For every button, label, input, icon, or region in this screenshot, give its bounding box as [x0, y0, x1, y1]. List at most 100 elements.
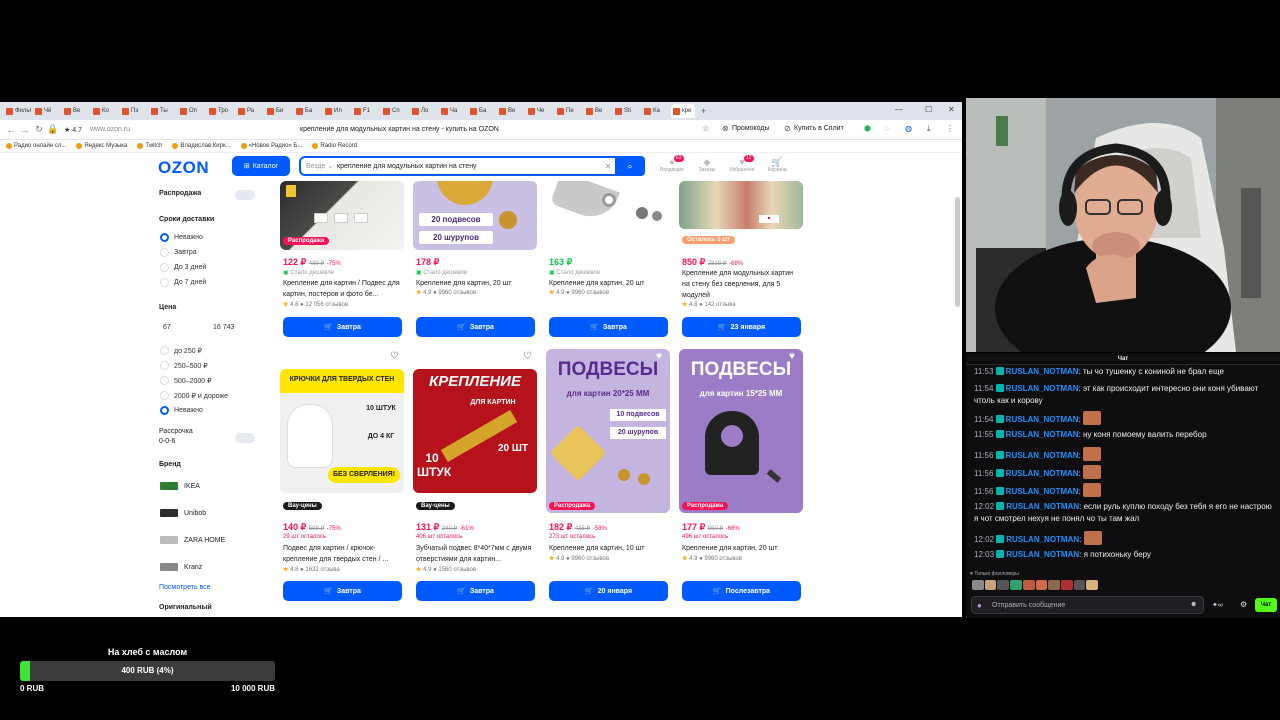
price-option[interactable]: 500–2000 ₽: [160, 376, 212, 385]
address-url[interactable]: www.ozon.ru: [90, 126, 130, 133]
sale-toggle[interactable]: [235, 190, 255, 200]
settings-gear-icon[interactable]: ⚙: [1240, 600, 1247, 609]
extension-icon[interactable]: ◌: [884, 124, 889, 133]
back-icon[interactable]: ←: [4, 125, 18, 135]
add-to-cart-button[interactable]: 🛒 Послезавтра: [682, 581, 801, 601]
product-image[interactable]: 20 подвесов 20 шурупов: [413, 181, 537, 250]
menu-icon[interactable]: ⋮: [946, 124, 954, 133]
catalog-button[interactable]: ⊞ Каталог: [232, 156, 290, 176]
product-card[interactable]: ■ Осталось 5 шт 850 ₽ 2819 ₽ -68% Крепле…: [679, 181, 803, 341]
mic-icon[interactable]: ●: [977, 601, 982, 610]
bookmark-item[interactable]: Владислав Кирк...: [172, 143, 231, 149]
browser-tab[interactable]: Пе: [555, 104, 582, 118]
delivery-option[interactable]: До 3 дней: [160, 263, 206, 272]
bookmark-item[interactable]: Twitch: [137, 143, 162, 149]
emote-row[interactable]: [972, 580, 1099, 590]
search-scope[interactable]: Везде ⌄: [301, 162, 337, 170]
buy-split-link[interactable]: Купить в Сплит: [794, 125, 844, 132]
browser-tab[interactable]: кре: [671, 104, 695, 118]
browser-tab[interactable]: Че: [526, 104, 553, 118]
browser-tab[interactable]: Ве: [497, 104, 524, 118]
chat-username[interactable]: RUSLAN_NOTMAN: [1006, 367, 1079, 376]
product-title[interactable]: Крепление для картин / Подвес для картин…: [283, 278, 403, 300]
bookmark-icon[interactable]: ☆: [702, 124, 709, 133]
bookmark-item[interactable]: «Новое Радио» Б...: [240, 143, 302, 149]
browser-tab[interactable]: Пэ: [120, 104, 147, 118]
product-title[interactable]: Крепление для модульных картин на стену …: [682, 268, 802, 301]
delivery-option[interactable]: До 7 дней: [160, 278, 206, 287]
emote-picker-icon[interactable]: ☻: [1190, 601, 1197, 608]
reload-icon[interactable]: ↻: [32, 124, 46, 135]
bookmark-item[interactable]: Radio Record: [312, 143, 357, 149]
chat-username[interactable]: RUSLAN_NOTMAN: [1006, 451, 1079, 460]
browser-tab[interactable]: Ба: [468, 104, 495, 118]
product-card[interactable]: ПОДВЕСЫ для картин 15*25 ММ ♥ Распродажа…: [679, 349, 803, 609]
favorite-heart-icon[interactable]: ♡: [390, 351, 399, 362]
chat-send-button[interactable]: Чат: [1255, 598, 1277, 612]
product-title[interactable]: Крепление для картин, 20 шт: [682, 543, 802, 554]
browser-tab[interactable]: F1: [352, 104, 379, 118]
page-scrollbar[interactable]: [955, 197, 960, 307]
close-icon[interactable]: ✕: [948, 105, 955, 114]
browser-tab[interactable]: Sti: [613, 104, 640, 118]
bookmark-item[interactable]: Яндекс Музыка: [76, 143, 127, 149]
clear-icon[interactable]: ✕: [601, 162, 615, 171]
product-card[interactable]: КРЮЧКИ ДЛЯ ТВЕРДЫХ СТЕН 10 ШТУК ДО 4 КГ …: [280, 349, 404, 609]
add-to-cart-button[interactable]: 🛒 Завтра: [549, 317, 668, 337]
search-button[interactable]: ⌕: [615, 156, 645, 176]
price-option[interactable]: Неважно: [160, 406, 203, 415]
product-card[interactable]: 163 ₽ ▣ Стало дешевле Крепление для карт…: [546, 181, 670, 341]
product-image[interactable]: ПОДВЕСЫ для картин 15*25 ММ: [679, 349, 803, 513]
product-card[interactable]: КРЕПЛЕНИЕ ДЛЯ КАРТИН 10 ШТУК 20 ШТ ♡ Вау…: [413, 349, 537, 609]
bits-icon[interactable]: ✦∞: [1212, 601, 1223, 609]
price-option[interactable]: 2000 ₽ и дороже: [160, 391, 228, 400]
add-to-cart-button[interactable]: 🛒 Завтра: [416, 581, 535, 601]
browser-tab[interactable]: Be: [584, 104, 611, 118]
ozon-logo[interactable]: OZON: [158, 158, 209, 178]
browser-tab[interactable]: Ба: [294, 104, 321, 118]
see-all-brands-link[interactable]: Посмотреть все: [159, 584, 211, 591]
chat-input[interactable]: Отправить сообщение: [971, 596, 1204, 614]
shield-icon[interactable]: ⬢: [864, 124, 871, 133]
browser-tab[interactable]: Би: [265, 104, 292, 118]
header-orders[interactable]: ● Входящие: [655, 157, 689, 173]
add-to-cart-button[interactable]: 🛒 20 января: [549, 581, 668, 601]
browser-tab[interactable]: Фильмы: [4, 104, 31, 118]
product-card[interactable]: Распродажа 122 ₽ 489 ₽ -75% ▣ Стало деше…: [280, 181, 404, 341]
brand-unibob[interactable]: Unibob: [160, 509, 206, 517]
price-max-input[interactable]: 16 743: [208, 320, 254, 334]
browser-tab[interactable]: Чё: [33, 104, 60, 118]
browser-tab[interactable]: Ло: [410, 104, 437, 118]
product-title[interactable]: Крепление для картин, 20 шт: [549, 278, 669, 289]
price-option[interactable]: 250–500 ₽: [160, 361, 208, 370]
browser-tab[interactable]: Ты: [149, 104, 176, 118]
brand-ikea[interactable]: IKEA: [160, 482, 200, 490]
brand-kranz[interactable]: Kranz: [160, 563, 202, 571]
browser-tab[interactable]: Тро: [207, 104, 234, 118]
chat-username[interactable]: RUSLAN_NOTMAN: [1006, 550, 1079, 559]
forward-icon[interactable]: →: [18, 125, 32, 135]
add-to-cart-button[interactable]: 🛒 Завтра: [283, 317, 402, 337]
product-title[interactable]: Крепление для картин, 20 шт: [416, 278, 536, 289]
browser-tab[interactable]: Ил: [323, 104, 350, 118]
maximize-icon[interactable]: ☐: [925, 105, 932, 114]
add-to-cart-button[interactable]: 🛒 Завтра: [283, 581, 402, 601]
product-title[interactable]: Крепление для картин, 10 шт: [549, 543, 669, 554]
new-tab-button[interactable]: +: [701, 106, 706, 116]
downloads-icon[interactable]: ⤓: [927, 124, 931, 134]
search-bar[interactable]: Везде ⌄ крепление для модульных картин н…: [299, 156, 645, 176]
product-image[interactable]: КРЕПЛЕНИЕ ДЛЯ КАРТИН 10 ШТУК 20 ШТ: [413, 369, 537, 493]
search-input[interactable]: крепление для модульных картин на стену: [337, 163, 601, 170]
sound-icon[interactable]: ◍: [905, 124, 912, 133]
product-image[interactable]: КРЮЧКИ ДЛЯ ТВЕРДЫХ СТЕН 10 ШТУК ДО 4 КГ …: [280, 369, 404, 493]
installment-toggle[interactable]: [235, 433, 255, 443]
site-rating[interactable]: ★ 4.7: [64, 126, 82, 134]
favorite-heart-icon[interactable]: ♥: [656, 351, 662, 362]
minimize-icon[interactable]: —: [895, 105, 903, 114]
favorite-heart-icon[interactable]: ♥: [789, 351, 795, 362]
brand-zara-home[interactable]: ZARA HOME: [160, 536, 225, 544]
delivery-option[interactable]: Неважно: [160, 233, 203, 242]
browser-tab[interactable]: Ча: [439, 104, 466, 118]
price-option[interactable]: до 250 ₽: [160, 346, 202, 355]
chat-username[interactable]: RUSLAN_NOTMAN: [1006, 469, 1079, 478]
